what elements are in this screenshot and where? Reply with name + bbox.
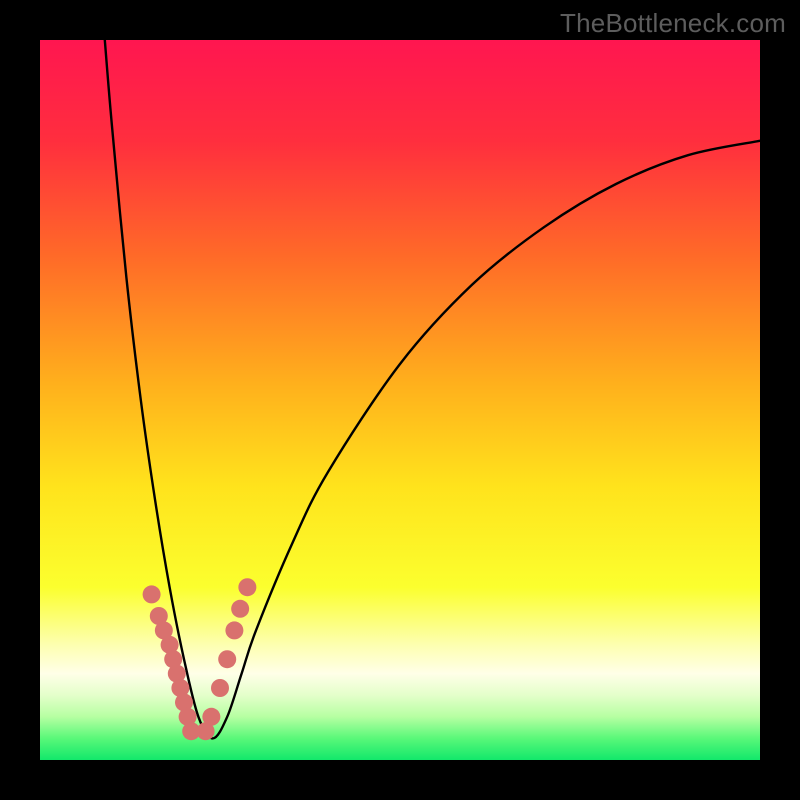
chart-frame: TheBottleneck.com <box>0 0 800 800</box>
data-marker <box>225 621 243 639</box>
data-marker <box>238 578 256 596</box>
curve-layer <box>40 40 760 760</box>
data-marker <box>211 679 229 697</box>
markers-left-branch <box>143 585 201 740</box>
watermark-text: TheBottleneck.com <box>560 8 786 39</box>
data-marker <box>231 600 249 618</box>
data-marker <box>202 708 220 726</box>
plot-area <box>40 40 760 760</box>
data-marker <box>143 585 161 603</box>
data-marker <box>218 650 236 668</box>
bottleneck-curve <box>105 40 760 738</box>
